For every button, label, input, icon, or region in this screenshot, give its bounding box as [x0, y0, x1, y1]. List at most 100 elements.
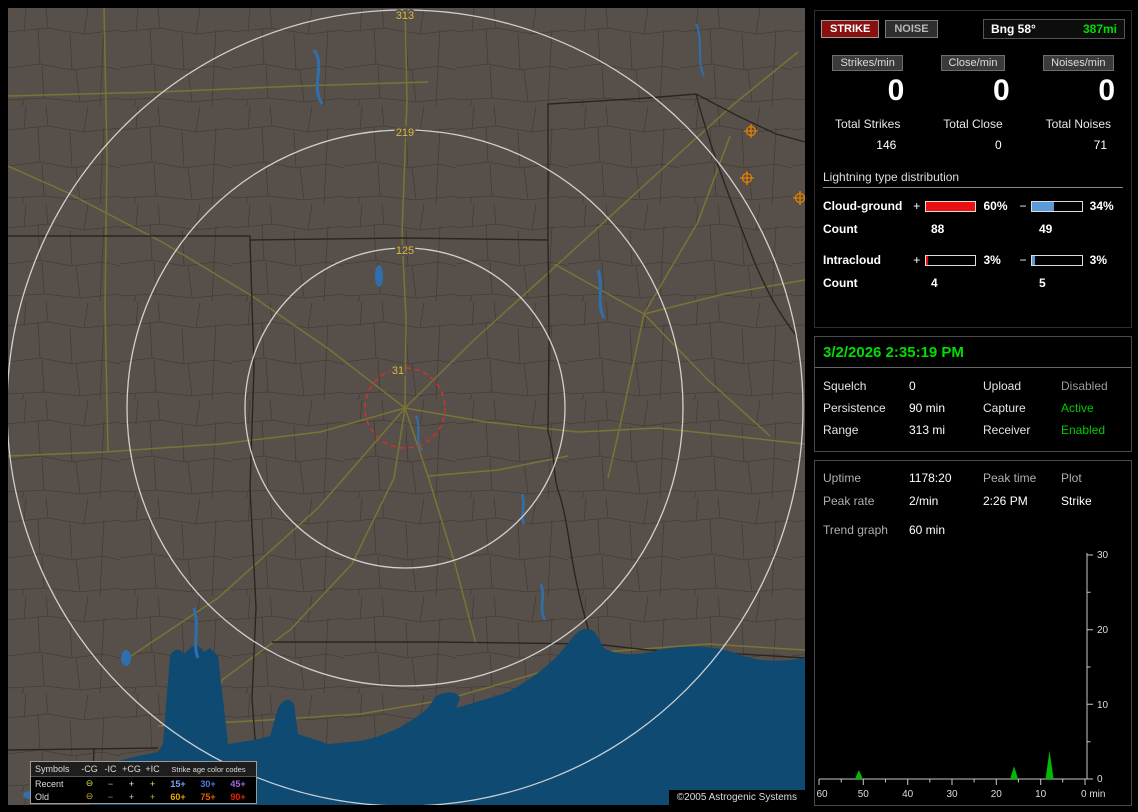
- total-noises-label: Total Noises: [1045, 117, 1112, 131]
- upload-status: Disabled: [1061, 379, 1108, 393]
- upload-label: Upload: [983, 379, 1022, 393]
- plot-value: Strike: [1061, 494, 1092, 508]
- receiver-label: Receiver: [983, 423, 1031, 437]
- trend-spike: [1045, 750, 1054, 779]
- cg-positive-percent: 60%: [983, 199, 1008, 213]
- ic-negative-percent: 3%: [1089, 253, 1108, 267]
- pcg-old-icon: +: [128, 791, 135, 802]
- ic-negative-bar: [1031, 254, 1083, 266]
- close-column: Close/min 0 Total Close 0: [920, 55, 1025, 152]
- peak-rate-value: 2/min: [909, 494, 939, 508]
- datetime-display: 3/2/2026 2:35:19 PM: [823, 344, 964, 361]
- peak-time-label: Peak time: [983, 471, 1037, 485]
- age-code-60: 60+: [170, 791, 186, 802]
- persistence-value: 90 min: [909, 401, 946, 415]
- bearing-value: Bng 58°: [991, 22, 1036, 36]
- legend-age-title: Strike age color codes: [171, 764, 246, 774]
- strikes-per-min-header: Strikes/min: [832, 55, 903, 71]
- ic-negative-count: 5: [1039, 276, 1046, 290]
- sidebar: STRIKE NOISE Bng 58° 387mi Strikes/min 0…: [814, 0, 1132, 812]
- range-label: Range: [823, 423, 859, 437]
- legend-row-old: Old ⊖ − + + 60+ 75+ 90+: [31, 790, 256, 803]
- trend-axes: [818, 553, 1093, 785]
- legend-symbols-title: Symbols: [35, 764, 70, 774]
- cg-positive-bar: [924, 200, 977, 212]
- legend-old-label: Old: [35, 791, 50, 802]
- legend-header-nic: -IC: [104, 764, 117, 774]
- capture-label: Capture: [983, 401, 1026, 415]
- strike-button[interactable]: STRIKE: [821, 20, 880, 38]
- trend-graph-value: 60 min: [909, 523, 946, 537]
- intracloud-count-row: Count 4 5: [823, 276, 1123, 290]
- total-strikes-label: Total Strikes: [834, 117, 901, 131]
- y-tick-0: 0: [1097, 774, 1103, 785]
- x-tick-10: 10: [1035, 789, 1047, 800]
- minus-sign: −: [1019, 199, 1027, 213]
- uptime-label: Uptime: [823, 471, 862, 485]
- pcg-recent-icon: +: [128, 778, 135, 789]
- cg-count-label: Count: [823, 222, 858, 236]
- trend-y-labels: 30 20 10 0: [1097, 550, 1109, 785]
- map-area: 313 219 125 31 Symbols -CG -IC +CG +IC S…: [8, 8, 805, 805]
- ring-label-313: 313: [396, 10, 414, 22]
- persistence-label: Persistence: [823, 401, 886, 415]
- age-code-15: 15+: [170, 778, 186, 789]
- age-code-30: 30+: [200, 778, 216, 789]
- close-per-min-value: 0: [992, 74, 1010, 107]
- ic-positive-percent: 3%: [983, 253, 1001, 267]
- minus-sign: −: [1019, 253, 1027, 267]
- ring-label-219: 219: [396, 127, 414, 139]
- noises-per-min-value: 0: [1098, 74, 1115, 107]
- plus-sign: +: [913, 199, 921, 213]
- trend-graph: 30 20 10 0 60 50 40 30 20 10 0 min: [817, 550, 1109, 800]
- lightning-map[interactable]: 313 219 125 31: [8, 8, 805, 805]
- trend-x-labels: 60 50 40 30 20 10 0 min: [817, 789, 1105, 800]
- ic-count-label: Count: [823, 276, 858, 290]
- rate-columns: Strikes/min 0 Total Strikes 146 Close/mi…: [815, 55, 1131, 152]
- receiver-status: Enabled: [1061, 423, 1106, 437]
- status-grid: Squelch 0 Upload Disabled Persistence 90…: [823, 379, 1123, 437]
- close-per-min-header: Close/min: [940, 55, 1006, 71]
- legend-header-pcg: +CG: [122, 764, 141, 774]
- strikes-column: Strikes/min 0 Total Strikes 146: [815, 55, 920, 152]
- y-tick-10: 10: [1097, 700, 1109, 711]
- trend-graph-row: Trend graph 60 min: [823, 523, 1123, 537]
- strikes-per-min-value: 0: [887, 74, 905, 107]
- ic-positive-count: 4: [931, 276, 938, 290]
- peak-time-value: 2:26 PM: [983, 494, 1028, 508]
- cloud-ground-count-row: Count 88 49: [823, 222, 1123, 236]
- noises-per-min-header: Noises/min: [1043, 55, 1114, 71]
- trend-panel: Uptime 1178:20 Peak time Plot Peak rate …: [814, 460, 1132, 806]
- total-noises-value: 71: [1093, 138, 1107, 152]
- cloud-ground-row: Cloud-ground + 60% − 34%: [823, 199, 1123, 213]
- uptime-value: 1178:20: [909, 471, 952, 485]
- distribution-title: Lightning type distribution: [823, 170, 1123, 188]
- pic-recent-icon: +: [149, 778, 156, 789]
- separator: [815, 367, 1131, 368]
- ncg-recent-icon: ⊖: [85, 778, 94, 788]
- age-code-45: 45+: [230, 778, 246, 789]
- cg-negative-bar: [1031, 200, 1083, 212]
- total-close-label: Total Close: [943, 117, 1003, 131]
- trend-graph-label: Trend graph: [823, 523, 888, 537]
- x-tick-60: 60: [817, 789, 828, 800]
- legend-header-pic: +IC: [145, 764, 160, 774]
- bearing-display: Bng 58° 387mi: [983, 19, 1125, 39]
- statistics-panel: STRIKE NOISE Bng 58° 387mi Strikes/min 0…: [814, 10, 1132, 328]
- pic-old-icon: +: [149, 791, 156, 802]
- capture-status: Active: [1061, 401, 1094, 415]
- nic-old-icon: −: [107, 791, 114, 802]
- copyright-text: ©2005 Astrogenic Systems: [668, 790, 805, 805]
- x-tick-30: 30: [946, 789, 958, 800]
- nic-recent-icon: −: [107, 778, 114, 789]
- x-tick-0: 0 min: [1081, 789, 1105, 800]
- cg-negative-percent: 34%: [1089, 199, 1114, 213]
- trend-spike: [1010, 766, 1019, 779]
- range-value: 313 mi: [909, 423, 946, 437]
- total-close-value: 0: [994, 138, 1002, 152]
- total-strikes-value: 146: [876, 138, 897, 152]
- y-tick-20: 20: [1097, 625, 1109, 636]
- cg-negative-count: 49: [1039, 222, 1053, 236]
- noise-button[interactable]: NOISE: [885, 20, 938, 38]
- x-tick-50: 50: [858, 789, 870, 800]
